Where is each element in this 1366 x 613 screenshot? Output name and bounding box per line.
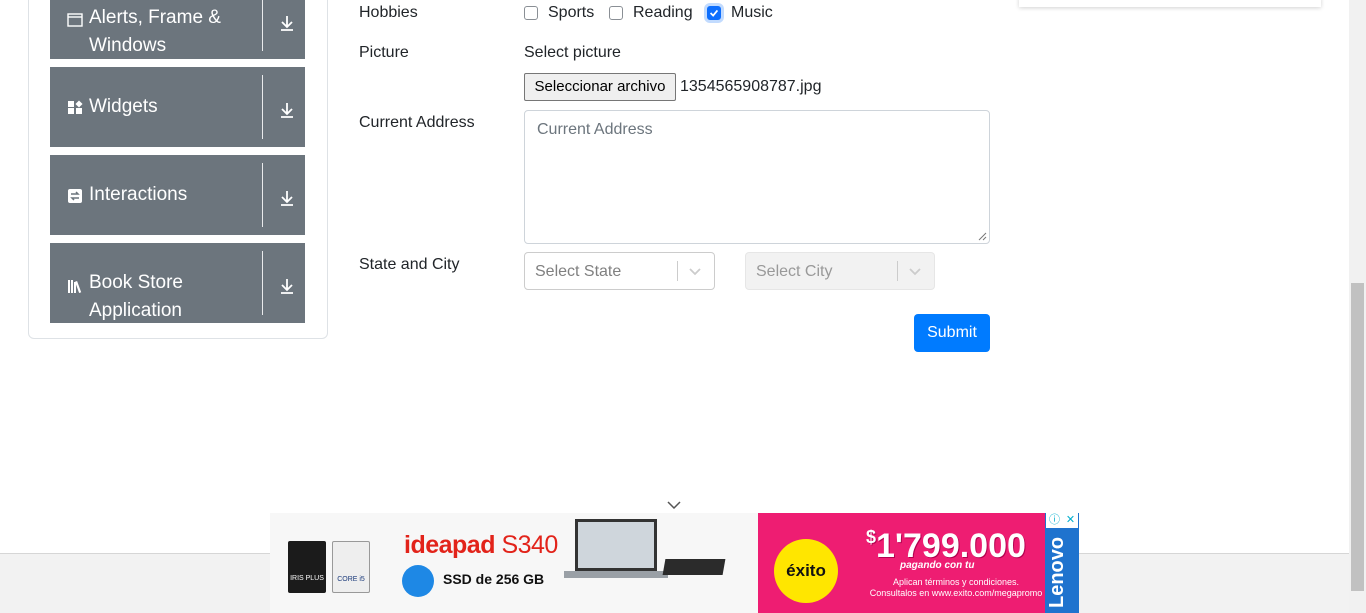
sidebar-group-label: Application (89, 300, 182, 321)
hobbies-label: Hobbies (359, 4, 418, 21)
checkbox-label[interactable]: Reading (633, 4, 693, 22)
widgets-icon (68, 100, 83, 114)
submit-button[interactable]: Submit (914, 314, 990, 352)
scrollbar-thumb[interactable] (1351, 283, 1364, 591)
ad-choices[interactable]: ⓘ ✕ (1046, 513, 1078, 528)
chevron-down-icon[interactable] (686, 262, 704, 280)
select-placeholder: Select State (535, 263, 622, 280)
sidebar-group-label: Widgets (89, 96, 158, 117)
picture-hint: Select picture (524, 44, 621, 61)
chevron-down-icon[interactable] (906, 262, 924, 280)
hobby-sports-checkbox[interactable]: Sports (524, 4, 594, 22)
selected-file-name: 1354565908787.jpg (680, 78, 822, 95)
checkbox[interactable] (524, 6, 538, 20)
resize-grip-icon[interactable] (978, 232, 987, 241)
iris-plus-badge: IRIS PLUS (288, 541, 326, 593)
sidebar-group-widgets[interactable]: Widgets (50, 67, 305, 147)
ad-ssd-text: SSD de 256 GB (443, 571, 545, 587)
chevron-down-icon[interactable] (666, 499, 682, 511)
ad-exito-panel: éxito $1'799.000 pagando con tu Aplican … (758, 513, 1079, 613)
ssd-icon (402, 565, 434, 597)
divider (677, 261, 678, 281)
price-symbol: $ (866, 527, 877, 547)
divider (262, 0, 263, 51)
window-icon (67, 13, 83, 27)
download-icon[interactable] (278, 277, 296, 295)
ad-close-icon[interactable]: ✕ (1066, 514, 1075, 527)
badge-label: IRIS PLUS (290, 575, 324, 582)
exito-logo: éxito (774, 539, 838, 603)
ad-brand-name: ideapad (404, 531, 495, 559)
checkbox-label[interactable]: Music (731, 4, 773, 22)
textarea-placeholder: Current Address (537, 121, 653, 138)
laptop-base (564, 571, 668, 578)
ad-frame-top (1019, 0, 1321, 7)
sidebar-group-alerts-frame-windows[interactable]: Alerts, Frame & Windows (50, 0, 305, 59)
ad-banner[interactable]: IRIS PLUS CORE i5 ideapad S340 SSD de 25… (270, 513, 1079, 613)
ad-info-icon[interactable]: ⓘ (1049, 514, 1060, 527)
sidebar-group-label: Interactions (89, 184, 188, 205)
sidebar-group-label: Windows (89, 35, 167, 56)
sidebar-group-label: Alerts, Frame & (89, 7, 221, 28)
ad-brand: ideapad S340 (404, 531, 558, 560)
divider (262, 251, 263, 315)
ad-terms: Consultalos en www.exito.com/megapromo (869, 588, 1043, 598)
state-city-label: State and City (359, 256, 460, 273)
sidebar-group-book-store-application[interactable]: Book Store Application (50, 243, 305, 323)
ad-model: S340 (501, 531, 558, 559)
download-icon[interactable] (278, 101, 296, 119)
state-select[interactable]: Select State (524, 252, 715, 290)
sidebar-group-interactions[interactable]: Interactions (50, 155, 305, 235)
divider (897, 261, 898, 281)
notebooks-image (662, 559, 726, 575)
hobby-music-checkbox[interactable]: Music (707, 4, 773, 22)
divider (262, 163, 263, 227)
city-select[interactable]: Select City (745, 252, 935, 290)
books-icon (68, 280, 82, 293)
current-address-label: Current Address (359, 114, 475, 131)
picture-label: Picture (359, 44, 409, 61)
checkmark-icon (709, 9, 719, 17)
laptop-image (575, 519, 657, 571)
checkbox-checked[interactable] (707, 6, 721, 20)
download-icon[interactable] (278, 14, 296, 32)
badge-label: CORE i5 (337, 576, 365, 583)
divider (262, 75, 263, 139)
select-placeholder: Select City (756, 263, 833, 280)
current-address-textarea[interactable]: Current Address (524, 110, 990, 244)
sidebar-group-label: Book Store (89, 272, 183, 293)
ad-terms: Aplican términos y condiciones. (892, 577, 1020, 587)
checkbox-label[interactable]: Sports (548, 4, 594, 22)
checkbox[interactable] (609, 6, 623, 20)
choose-file-button[interactable]: Seleccionar archivo (524, 73, 676, 101)
download-icon[interactable] (278, 189, 296, 207)
hobby-reading-checkbox[interactable]: Reading (609, 4, 693, 22)
intel-core-badge: CORE i5 (332, 541, 370, 593)
ad-pagando-text: pagando con tu (900, 560, 975, 571)
interactions-icon (68, 189, 82, 203)
